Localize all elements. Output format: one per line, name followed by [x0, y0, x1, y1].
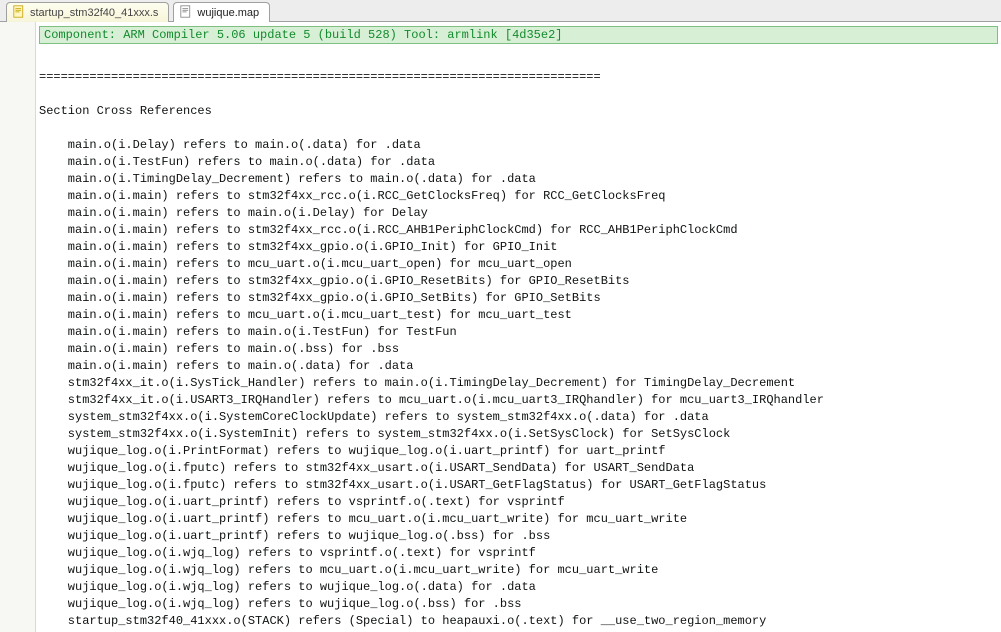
code-body: ========================================…	[36, 44, 1001, 630]
tab-wujique-map[interactable]: wujique.map	[173, 2, 270, 22]
ref-line: main.o(i.main) refers to main.o(.data) f…	[39, 359, 413, 373]
ref-line: main.o(i.main) refers to mcu_uart.o(i.mc…	[39, 308, 572, 322]
ref-line: wujique_log.o(i.uart_printf) refers to v…	[39, 495, 565, 509]
ref-line: wujique_log.o(i.PrintFormat) refers to w…	[39, 444, 666, 458]
ref-line: wujique_log.o(i.uart_printf) refers to m…	[39, 512, 687, 526]
tab-bar: startup_stm32f40_41xxx.s wujique.map	[0, 0, 1001, 22]
ref-line: main.o(i.TimingDelay_Decrement) refers t…	[39, 172, 536, 186]
ref-line: main.o(i.main) refers to main.o(i.Delay)…	[39, 206, 428, 220]
ref-line: wujique_log.o(i.wjq_log) refers to wujiq…	[39, 580, 536, 594]
ref-line: main.o(i.main) refers to stm32f4xx_gpio.…	[39, 240, 557, 254]
ref-line: main.o(i.main) refers to stm32f4xx_rcc.o…	[39, 189, 666, 203]
ref-line: wujique_log.o(i.wjq_log) refers to mcu_u…	[39, 563, 658, 577]
ref-line: wujique_log.o(i.wjq_log) refers to wujiq…	[39, 597, 521, 611]
ref-line: main.o(i.main) refers to main.o(i.TestFu…	[39, 325, 457, 339]
cross-ref-block: main.o(i.Delay) refers to main.o(.data) …	[39, 137, 1001, 630]
tab-label: wujique.map	[197, 7, 259, 19]
ref-line: system_stm32f4xx.o(i.SystemInit) refers …	[39, 427, 730, 441]
code-area[interactable]: Component: ARM Compiler 5.06 update 5 (b…	[36, 22, 1001, 632]
ref-line: wujique_log.o(i.uart_printf) refers to w…	[39, 529, 550, 543]
asm-file-icon	[13, 5, 26, 21]
text-file-icon	[180, 5, 193, 21]
ref-line: startup_stm32f40_41xxx.o(STACK) refers (…	[39, 614, 766, 628]
tab-label: startup_stm32f40_41xxx.s	[30, 7, 158, 19]
tab-startup-file[interactable]: startup_stm32f40_41xxx.s	[6, 2, 169, 22]
editor: Component: ARM Compiler 5.06 update 5 (b…	[0, 22, 1001, 632]
ref-line: stm32f4xx_it.o(i.SysTick_Handler) refers…	[39, 376, 795, 390]
ref-line: wujique_log.o(i.wjq_log) refers to vspri…	[39, 546, 536, 560]
ref-line: stm32f4xx_it.o(i.USART3_IRQHandler) refe…	[39, 393, 824, 407]
separator: ========================================…	[39, 70, 601, 84]
ref-line: main.o(i.main) refers to main.o(.bss) fo…	[39, 342, 399, 356]
gutter	[0, 22, 36, 632]
ref-line: main.o(i.Delay) refers to main.o(.data) …	[39, 138, 421, 152]
ref-line: wujique_log.o(i.fputc) refers to stm32f4…	[39, 478, 766, 492]
ref-line: wujique_log.o(i.fputc) refers to stm32f4…	[39, 461, 694, 475]
ref-line: main.o(i.main) refers to stm32f4xx_rcc.o…	[39, 223, 738, 237]
component-header: Component: ARM Compiler 5.06 update 5 (b…	[39, 26, 998, 44]
ref-line: main.o(i.TestFun) refers to main.o(.data…	[39, 155, 435, 169]
ref-line: main.o(i.main) refers to stm32f4xx_gpio.…	[39, 291, 601, 305]
ref-line: main.o(i.main) refers to mcu_uart.o(i.mc…	[39, 257, 572, 271]
section-title: Section Cross References	[39, 104, 212, 118]
ref-line: system_stm32f4xx.o(i.SystemCoreClockUpda…	[39, 410, 709, 424]
ref-line: main.o(i.main) refers to stm32f4xx_gpio.…	[39, 274, 630, 288]
